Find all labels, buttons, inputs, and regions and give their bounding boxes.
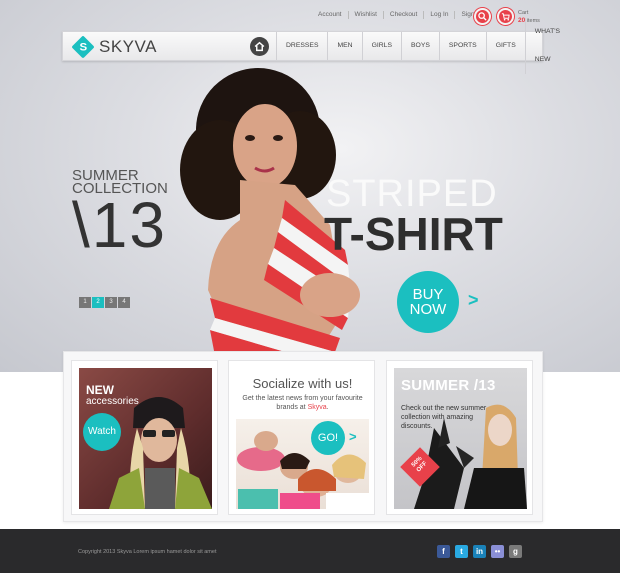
facebook-icon[interactable]: f — [437, 545, 450, 558]
slide-dot-1[interactable]: 1 — [79, 297, 91, 308]
buy-now-line1: BUY — [412, 286, 444, 303]
flickr-icon[interactable]: •• — [491, 545, 504, 558]
wishlist-link[interactable]: Wishlist — [349, 11, 384, 19]
promo-panels: NEW accessories Watch Socialize with us!… — [63, 351, 543, 522]
accessories-title: NEW — [86, 383, 114, 397]
social-text-before: Get the latest news from your favourite … — [242, 395, 363, 411]
social-text: Get the latest news from your favourite … — [239, 394, 366, 412]
summer-text: Check out the new summer collection with… — [401, 405, 487, 430]
login-link[interactable]: Log In — [424, 11, 456, 19]
logo-text: SKYVA — [99, 37, 157, 56]
slide-dot-4[interactable]: 4 — [118, 297, 130, 308]
main-navigation: SKYVA DRESSES MEN GIRLS BOYS SPORTS GIFT… — [62, 18, 560, 74]
search-icon — [478, 12, 487, 21]
buy-now-line2: NOW — [409, 301, 447, 318]
social-icons: f t in •• g — [437, 545, 522, 558]
social-brand[interactable]: Skyva — [308, 404, 327, 411]
social-card[interactable]: Socialize with us! Get the latest news f… — [228, 360, 375, 515]
top-links: Account Wishlist Checkout Log In Sign Up — [312, 11, 491, 19]
nav-item-whats-new[interactable]: WHAT'S NEW — [524, 18, 569, 74]
buy-now-arrow-icon[interactable]: > — [468, 290, 479, 311]
summer-card[interactable]: SUMMER /13 Check out the new summer coll… — [386, 360, 533, 515]
search-button[interactable] — [474, 8, 491, 25]
google-icon[interactable]: g — [509, 545, 522, 558]
nav-item-sports[interactable]: SPORTS — [438, 32, 486, 60]
go-button[interactable]: GO! — [311, 421, 345, 455]
home-icon — [254, 41, 265, 52]
checkout-link[interactable]: Checkout — [384, 11, 425, 19]
slide-dot-2[interactable]: 2 — [92, 297, 104, 308]
cart-button[interactable] — [497, 8, 514, 25]
nav-item-girls[interactable]: GIRLS — [361, 32, 401, 60]
linkedin-icon[interactable]: in — [473, 545, 486, 558]
slider-pagination: 1 2 3 4 — [79, 297, 130, 308]
home-button[interactable] — [250, 37, 269, 56]
nav-menu: DRESSES MEN GIRLS BOYS SPORTS GIFTS WHAT… — [276, 18, 569, 74]
buy-now-button[interactable]: BUY NOW — [397, 271, 459, 333]
slide-dot-3[interactable]: 3 — [105, 297, 117, 308]
social-title: Socialize with us! — [252, 376, 353, 391]
nav-item-dresses[interactable]: DRESSES — [276, 32, 327, 60]
summer-title: SUMMER /13 — [401, 377, 496, 394]
logo[interactable]: SKYVA — [71, 35, 157, 59]
footer: Copyright 2013 Skyva Lorem ipsum hamet d… — [0, 529, 620, 573]
summer-image: SUMMER /13 Check out the new summer coll… — [394, 368, 527, 509]
cart-label: Cart — [518, 10, 529, 16]
copyright-text: Copyright 2013 Skyva Lorem ipsum hamet d… — [78, 549, 217, 555]
logo-mark-icon — [71, 35, 95, 59]
accessories-subtitle: accessories — [86, 396, 139, 407]
nav-item-men[interactable]: MEN — [327, 32, 361, 60]
accessories-image: NEW accessories Watch — [79, 368, 212, 509]
go-arrow-icon[interactable]: > — [349, 429, 357, 444]
social-text-after: . — [326, 404, 329, 411]
hero-title-bold: T-SHIRT — [324, 208, 503, 260]
twitter-icon[interactable]: t — [455, 545, 468, 558]
hero-banner: Account Wishlist Checkout Log In Sign Up… — [0, 0, 620, 372]
cart-icon — [501, 13, 510, 21]
nav-item-gifts[interactable]: GIFTS — [485, 32, 525, 60]
accessories-card[interactable]: NEW accessories Watch — [71, 360, 218, 515]
nav-item-boys[interactable]: BOYS — [401, 32, 439, 60]
account-link[interactable]: Account — [312, 11, 349, 19]
watch-button[interactable]: Watch — [83, 413, 121, 451]
hero-year: \13 — [72, 189, 167, 261]
